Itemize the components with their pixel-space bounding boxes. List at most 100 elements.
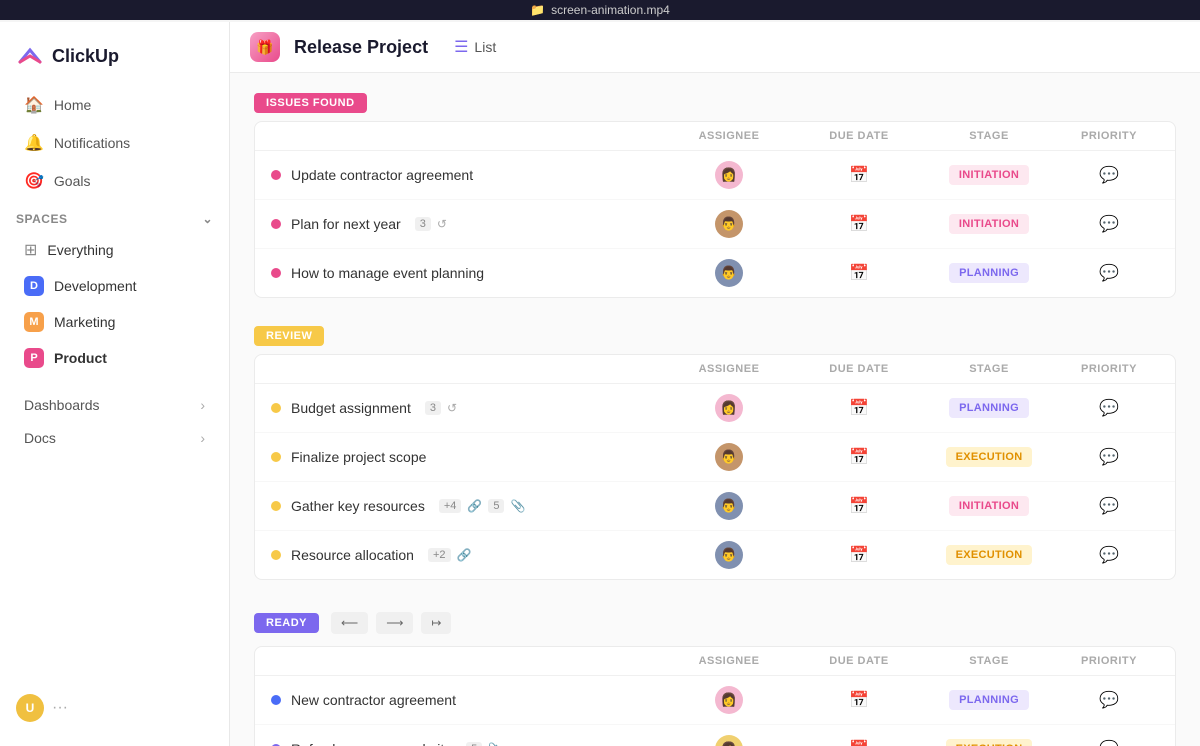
task-name[interactable]: Budget assignment: [291, 400, 411, 416]
spaces-chevron-icon[interactable]: ⌄: [202, 212, 213, 226]
sidebar-item-marketing[interactable]: M Marketing: [8, 305, 221, 339]
user-menu-icon[interactable]: ···: [52, 699, 68, 717]
sidebar-item-everything[interactable]: ⊞ Everything: [8, 233, 221, 267]
toolbar-btn-1[interactable]: ⟵: [331, 612, 368, 634]
stage-badge: INITIATION: [949, 496, 1029, 516]
stage-cell: INITIATION: [919, 165, 1059, 185]
ready-toolbar: ⟵ ⟶ ↦: [331, 608, 451, 638]
priority-icon: 💬: [1099, 545, 1119, 565]
task-name[interactable]: How to manage event planning: [291, 265, 484, 281]
priority-cell: 💬: [1059, 690, 1159, 710]
due-date-cell: 📅: [799, 739, 919, 746]
issues-found-table: ASSIGNEE DUE DATE STAGE PRIORITY Update …: [254, 121, 1176, 298]
col-assignee-header-1: ASSIGNEE: [659, 130, 799, 142]
stage-badge: INITIATION: [949, 165, 1029, 185]
calendar-icon[interactable]: 📅: [849, 263, 869, 283]
sidebar-item-docs-label: Docs: [24, 430, 56, 446]
stage-cell: EXECUTION: [919, 447, 1059, 467]
due-date-cell: 📅: [799, 496, 919, 516]
assignee-cell: 👩: [659, 735, 799, 746]
toolbar-btn-3[interactable]: ↦: [421, 612, 451, 634]
table-row: Plan for next year 3↺ 👨 📅 INITIATION 💬: [255, 200, 1175, 249]
user-avatar[interactable]: U: [16, 694, 44, 722]
task-dot: [271, 501, 281, 511]
task-dot: [271, 268, 281, 278]
due-date-cell: 📅: [799, 263, 919, 283]
task-name[interactable]: Plan for next year: [291, 216, 401, 232]
col-duedate-header-3: DUE DATE: [799, 655, 919, 667]
review-badge: REVIEW: [254, 326, 324, 346]
col-duedate-header-1: DUE DATE: [799, 130, 919, 142]
stage-cell: INITIATION: [919, 214, 1059, 234]
priority-cell: 💬: [1059, 496, 1159, 516]
calendar-icon[interactable]: 📅: [849, 165, 869, 185]
task-name[interactable]: Gather key resources: [291, 498, 425, 514]
priority-cell: 💬: [1059, 214, 1159, 234]
task-name[interactable]: Update contractor agreement: [291, 167, 473, 183]
sidebar-item-docs[interactable]: Docs ›: [8, 422, 221, 454]
sidebar-item-product[interactable]: P Product: [8, 341, 221, 375]
task-name-cell: Refresh company website 5 📎: [271, 741, 659, 746]
main-content: 🎁 Release Project ☰ List ISSUES FOUND AS…: [230, 22, 1200, 746]
docs-chevron-icon: ›: [200, 430, 205, 446]
calendar-icon[interactable]: 📅: [849, 214, 869, 234]
task-name-cell: Gather key resources +4 🔗 5 📎: [271, 498, 659, 514]
priority-icon: 💬: [1099, 496, 1119, 516]
calendar-icon[interactable]: 📅: [849, 545, 869, 565]
stage-badge: PLANNING: [949, 690, 1029, 710]
task-name[interactable]: New contractor agreement: [291, 692, 456, 708]
task-name[interactable]: Refresh company website: [291, 741, 452, 746]
calendar-icon[interactable]: 📅: [849, 398, 869, 418]
table-row: Refresh company website 5 📎 👩 📅 EXECUTIO…: [255, 725, 1175, 746]
task-name[interactable]: Finalize project scope: [291, 449, 426, 465]
stage-cell: PLANNING: [919, 690, 1059, 710]
stage-cell: PLANNING: [919, 398, 1059, 418]
stage-badge: EXECUTION: [946, 447, 1033, 467]
avatar: 👩: [715, 161, 743, 189]
sidebar-item-marketing-label: Marketing: [54, 314, 115, 330]
review-table: ASSIGNEE DUE DATE STAGE PRIORITY Budget …: [254, 354, 1176, 580]
avatar: 👨: [715, 492, 743, 520]
col-task-header: [271, 655, 659, 667]
priority-cell: 💬: [1059, 263, 1159, 283]
due-date-cell: 📅: [799, 398, 919, 418]
top-bar: 🎁 Release Project ☰ List: [230, 22, 1200, 73]
task-name-cell: How to manage event planning: [271, 265, 659, 281]
priority-icon: 💬: [1099, 739, 1119, 746]
sidebar-item-development[interactable]: D Development: [8, 269, 221, 303]
toolbar-btn-2[interactable]: ⟶: [376, 612, 413, 634]
calendar-icon[interactable]: 📅: [849, 739, 869, 746]
task-meta: +2 🔗: [428, 548, 472, 562]
sidebar-item-home-label: Home: [54, 97, 91, 113]
col-assignee-header-3: ASSIGNEE: [659, 655, 799, 667]
table-row: Update contractor agreement 👩 📅 INITIATI…: [255, 151, 1175, 200]
avatar: 👩: [715, 686, 743, 714]
sidebar-item-goals[interactable]: 🎯 Goals: [8, 163, 221, 199]
calendar-icon[interactable]: 📅: [849, 690, 869, 710]
assignee-cell: 👩: [659, 394, 799, 422]
stage-badge: PLANNING: [949, 263, 1029, 283]
assignee-cell: 👨: [659, 541, 799, 569]
development-space-dot: D: [24, 276, 44, 296]
calendar-icon[interactable]: 📅: [849, 496, 869, 516]
sidebar-item-notifications[interactable]: 🔔 Notifications: [8, 125, 221, 161]
due-date-cell: 📅: [799, 165, 919, 185]
task-name-cell: Plan for next year 3↺: [271, 216, 659, 232]
priority-cell: 💬: [1059, 545, 1159, 565]
col-task-header: [271, 130, 659, 142]
spaces-label: Spaces: [16, 212, 67, 226]
task-name[interactable]: Resource allocation: [291, 547, 414, 563]
priority-cell: 💬: [1059, 165, 1159, 185]
logo-text: ClickUp: [52, 46, 119, 67]
sidebar-item-everything-label: Everything: [47, 242, 113, 258]
list-view-tab[interactable]: ☰ List: [442, 32, 508, 62]
ready-table: ASSIGNEE DUE DATE STAGE PRIORITY New con…: [254, 646, 1176, 746]
sidebar: ClickUp 🏠 Home 🔔 Notifications 🎯 Goals S…: [0, 22, 230, 746]
calendar-icon[interactable]: 📅: [849, 447, 869, 467]
stage-badge: PLANNING: [949, 398, 1029, 418]
due-date-cell: 📅: [799, 447, 919, 467]
priority-icon: 💬: [1099, 398, 1119, 418]
sidebar-footer: U ···: [0, 682, 229, 734]
sidebar-item-dashboards[interactable]: Dashboards ›: [8, 389, 221, 421]
sidebar-item-home[interactable]: 🏠 Home: [8, 87, 221, 123]
